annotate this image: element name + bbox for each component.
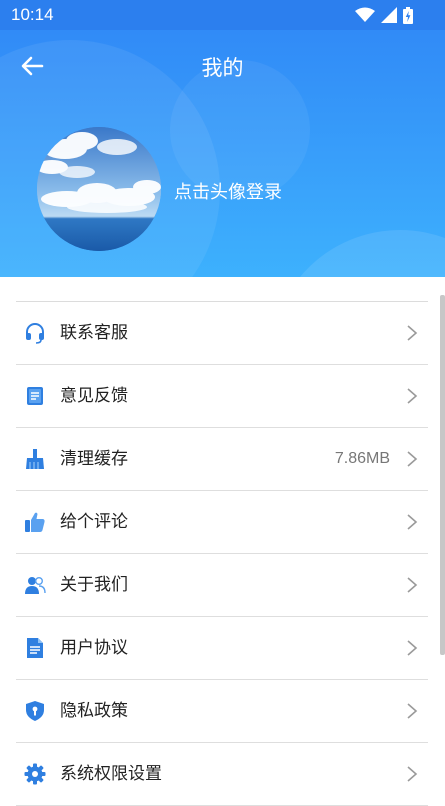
signal-icon xyxy=(381,7,397,23)
menu-item-contact-support[interactable]: 联系客服 xyxy=(16,302,428,365)
status-bar: 10:14 xyxy=(0,0,445,30)
avatar[interactable] xyxy=(37,127,161,251)
chevron-right-icon xyxy=(407,577,418,593)
menu-item-label: 联系客服 xyxy=(60,323,128,343)
menu-item-label: 用户协议 xyxy=(60,638,128,658)
settings-list: 联系客服 意见反馈 清理缓存 7.86MB 给个评论 关于我们 用户协议 隐私政… xyxy=(16,301,428,806)
menu-item-label: 关于我们 xyxy=(60,575,128,595)
decor-circle xyxy=(270,230,445,277)
menu-item-about-us[interactable]: 关于我们 xyxy=(16,554,428,617)
menu-item-privacy-policy[interactable]: 隐私政策 xyxy=(16,680,428,743)
menu-item-label: 给个评论 xyxy=(60,512,128,532)
menu-item-label: 意见反馈 xyxy=(60,386,128,406)
shield-icon xyxy=(26,701,44,721)
battery-icon xyxy=(403,6,413,24)
users-icon xyxy=(25,577,46,594)
menu-item-clear-cache[interactable]: 清理缓存 7.86MB xyxy=(16,428,428,491)
status-time: 10:14 xyxy=(11,5,54,24)
menu-item-user-agreement[interactable]: 用户协议 xyxy=(16,617,428,680)
scrollbar[interactable] xyxy=(440,295,445,655)
chevron-right-icon xyxy=(407,451,418,467)
login-prompt[interactable]: 点击头像登录 xyxy=(174,178,282,204)
menu-item-feedback[interactable]: 意见反馈 xyxy=(16,365,428,428)
avatar-image xyxy=(37,127,161,251)
menu-item-label: 系统权限设置 xyxy=(60,764,162,784)
menu-item-permission-settings[interactable]: 系统权限设置 xyxy=(16,743,428,806)
cache-size-value: 7.86MB xyxy=(334,450,390,467)
menu-item-rate-app[interactable]: 给个评论 xyxy=(16,491,428,554)
thumbs-up-icon xyxy=(25,512,45,532)
document-icon xyxy=(27,638,43,658)
chevron-right-icon xyxy=(407,640,418,656)
broom-icon xyxy=(26,449,44,469)
chevron-right-icon xyxy=(407,325,418,341)
gear-icon xyxy=(24,763,46,785)
wifi-icon xyxy=(355,7,375,22)
status-icons xyxy=(355,6,413,24)
page-title: 我的 xyxy=(201,56,244,80)
chevron-right-icon xyxy=(407,703,418,719)
feedback-icon xyxy=(27,387,43,405)
menu-item-label: 隐私政策 xyxy=(60,701,128,721)
chevron-right-icon xyxy=(407,766,418,782)
menu-item-label: 清理缓存 xyxy=(60,449,128,469)
chevron-right-icon xyxy=(407,514,418,530)
headset-icon xyxy=(26,323,44,344)
profile-header: 10:14 我的 点击头像登录 xyxy=(0,0,445,277)
chevron-right-icon xyxy=(407,388,418,404)
